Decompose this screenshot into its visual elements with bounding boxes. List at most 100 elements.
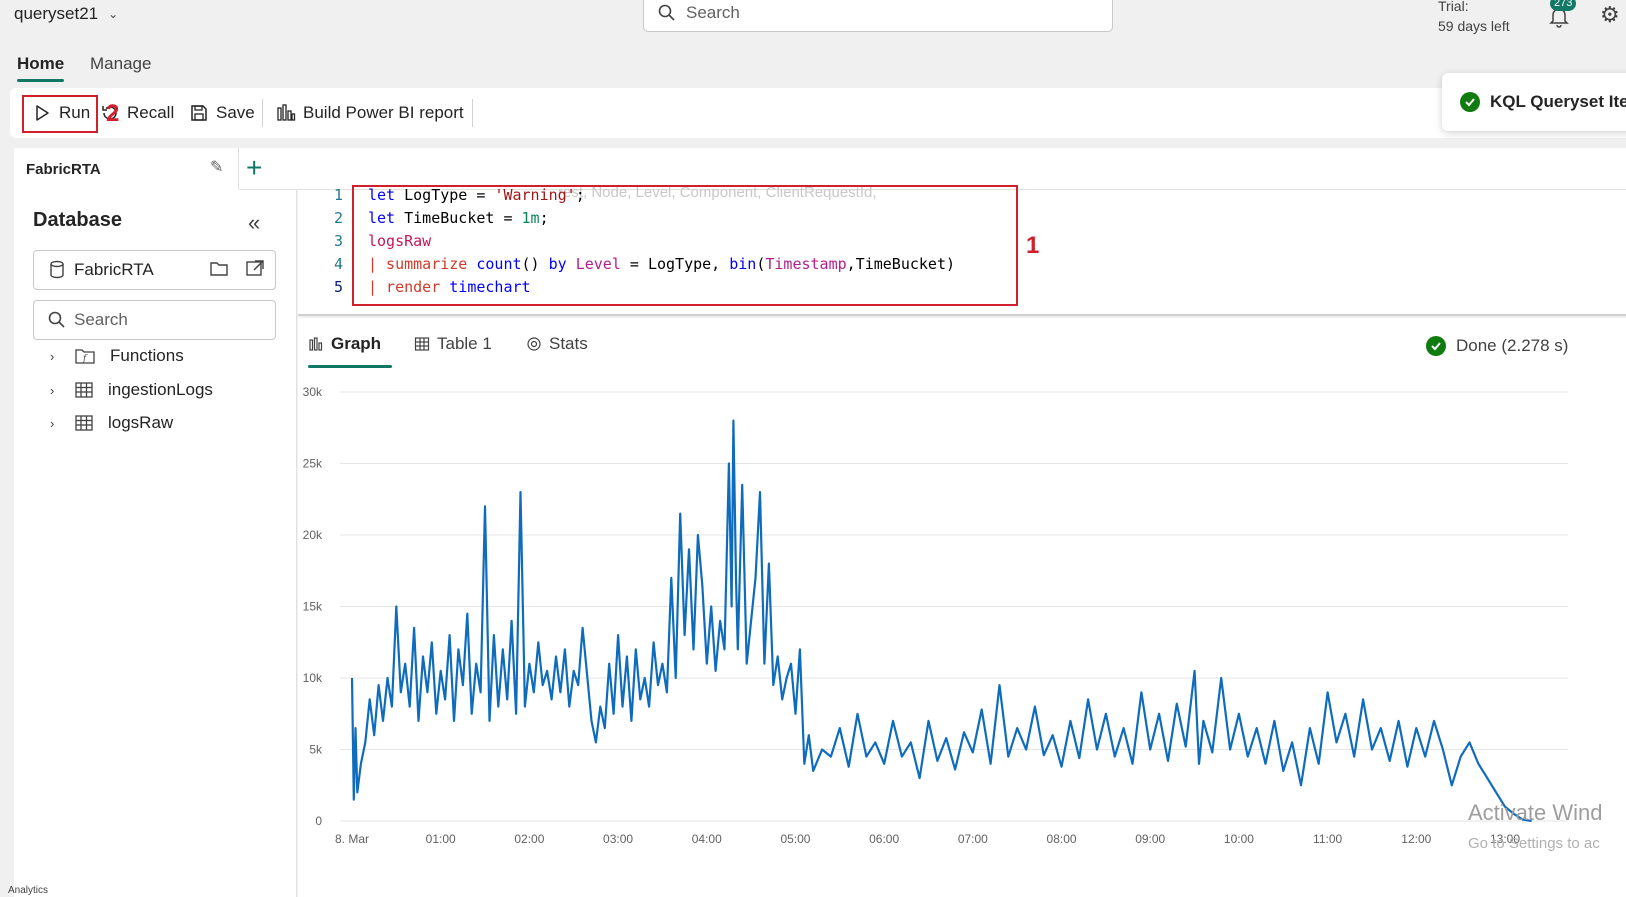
y-tick-label: 15k bbox=[303, 600, 323, 614]
line-number: 2 bbox=[333, 209, 343, 227]
tree-item-label: Functions bbox=[110, 346, 184, 365]
x-tick-label: 08:00 bbox=[1047, 832, 1077, 846]
tab-manage[interactable]: Manage bbox=[90, 54, 151, 74]
x-tick-label: 03:00 bbox=[603, 832, 633, 846]
notifications-button[interactable]: 273 bbox=[1546, 0, 1577, 30]
query-status: Done (2.278 s) bbox=[1426, 336, 1568, 356]
toolbar: Run Recall Save Build Power BI report bbox=[10, 88, 1626, 138]
power-bi-icon bbox=[277, 104, 296, 121]
database-selector[interactable]: FabricRTA bbox=[33, 250, 276, 290]
gear-icon[interactable]: ⚙ bbox=[1600, 2, 1620, 28]
tab-table-1[interactable]: Table 1 bbox=[414, 334, 492, 354]
workspace-name: queryset21 bbox=[14, 4, 99, 23]
toolbar-divider bbox=[472, 99, 473, 127]
y-tick-label: 10k bbox=[303, 671, 323, 685]
x-tick-label: 12:00 bbox=[1401, 832, 1431, 846]
build-power-bi-report-button[interactable]: Build Power BI report bbox=[276, 96, 464, 130]
x-tick-label: 07:00 bbox=[958, 832, 988, 846]
run-highlight-box bbox=[22, 95, 98, 133]
explorer-title: Database bbox=[33, 209, 122, 231]
y-tick-label: 25k bbox=[303, 457, 323, 471]
annotation-code-number: 1 bbox=[1026, 232, 1040, 259]
tab-graph[interactable]: Graph bbox=[308, 334, 381, 354]
trial-label: Trial: bbox=[1438, 0, 1469, 14]
collapse-double-chevron-icon[interactable]: « bbox=[248, 210, 260, 236]
tab-stats-label: Stats bbox=[549, 334, 588, 353]
x-tick-label: 04:00 bbox=[692, 832, 722, 846]
x-tick-label: 8. Mar bbox=[335, 832, 369, 846]
notification-toast[interactable]: KQL Queryset Iter bbox=[1442, 73, 1626, 131]
tab-home[interactable]: Home bbox=[17, 54, 65, 82]
tree-item-functions[interactable]: › f Functions bbox=[50, 343, 184, 369]
stats-icon bbox=[527, 337, 541, 351]
toast-text: KQL Queryset Iter bbox=[1490, 92, 1626, 111]
x-tick-label: 05:00 bbox=[780, 832, 810, 846]
success-check-icon bbox=[1460, 92, 1480, 112]
tab-graph-label: Graph bbox=[331, 334, 382, 353]
timechart[interactable]: 0 5k 10k 15k 20k 25k 30k 8. Mar 01:00 02:00 03:00 0… bbox=[298, 378, 1626, 897]
y-tick-label: 20k bbox=[303, 528, 323, 542]
toolbar-divider bbox=[262, 99, 263, 127]
active-tab-indicator bbox=[308, 365, 392, 368]
annotation-run-number: 2 bbox=[106, 100, 120, 127]
recall-label: Recall bbox=[127, 103, 175, 122]
global-search-input[interactable]: Search bbox=[643, 0, 1113, 32]
database-name: FabricRTA bbox=[74, 260, 154, 279]
chart-icon bbox=[309, 337, 323, 351]
tree-item-ingestionlogs[interactable]: › ingestionLogs bbox=[50, 377, 213, 403]
save-button[interactable]: Save bbox=[189, 96, 255, 130]
activation-watermark: Activate Wind bbox=[1468, 800, 1603, 825]
footer-text: Analytics bbox=[8, 885, 49, 896]
line-number: 1 bbox=[333, 186, 343, 204]
series-line[interactable] bbox=[350, 419, 1532, 823]
table-icon bbox=[75, 382, 93, 398]
save-icon bbox=[191, 105, 207, 121]
global-search-placeholder: Search bbox=[686, 3, 740, 22]
tree-item-logsraw[interactable]: › logsRaw bbox=[50, 410, 173, 436]
add-tab-icon[interactable]: + bbox=[246, 152, 262, 184]
top-bar: queryset21 ⌄ Search Trial: 59 days left … bbox=[0, 0, 1626, 44]
explorer-search-input[interactable]: Search bbox=[33, 300, 276, 340]
line-number: 5 bbox=[333, 278, 343, 296]
build-report-label: Build Power BI report bbox=[303, 103, 464, 122]
table-icon bbox=[75, 415, 93, 431]
chevron-right-icon[interactable]: › bbox=[50, 349, 60, 364]
query-tab[interactable]: FabricRTA ✎ bbox=[14, 148, 239, 190]
table-icon bbox=[414, 337, 430, 351]
x-tick-label: 06:00 bbox=[869, 832, 899, 846]
search-icon bbox=[658, 4, 675, 21]
chevron-right-icon[interactable]: › bbox=[50, 383, 60, 398]
edit-pencil-icon[interactable]: ✎ bbox=[210, 157, 223, 177]
line-number: 3 bbox=[333, 232, 343, 250]
x-tick-label: 01:00 bbox=[426, 832, 456, 846]
x-tick-label: 09:00 bbox=[1135, 832, 1165, 846]
save-label: Save bbox=[216, 103, 255, 122]
tab-table-label: Table 1 bbox=[437, 334, 492, 353]
notification-count-badge: 273 bbox=[1550, 0, 1577, 11]
trial-status[interactable]: Trial: 59 days left bbox=[1438, 0, 1510, 36]
query-highlight-box bbox=[352, 185, 1018, 306]
tree-item-label: logsRaw bbox=[108, 413, 174, 432]
y-tick-label: 5k bbox=[309, 743, 323, 757]
database-icon bbox=[50, 260, 64, 279]
x-tick-label: 10:00 bbox=[1224, 832, 1254, 846]
line-number: 4 bbox=[333, 255, 343, 273]
open-external-icon[interactable] bbox=[245, 259, 265, 277]
y-tick-label: 0 bbox=[315, 814, 322, 828]
search-icon bbox=[48, 311, 65, 328]
success-check-icon bbox=[1426, 336, 1446, 356]
trial-days: 59 days left bbox=[1438, 18, 1510, 34]
x-tick-label: 11:00 bbox=[1313, 832, 1342, 846]
folder-icon[interactable] bbox=[209, 259, 229, 277]
results-pane: Graph Table 1 Stats Done (2.278 s) 0 5k 10… bbox=[298, 318, 1626, 897]
explorer-search-placeholder: Search bbox=[74, 310, 128, 329]
tab-stats[interactable]: Stats bbox=[526, 334, 588, 354]
chevron-down-icon: ⌄ bbox=[108, 7, 119, 21]
y-tick-label: 30k bbox=[303, 385, 323, 399]
x-tick-label: 02:00 bbox=[514, 832, 544, 846]
chevron-right-icon[interactable]: › bbox=[50, 416, 60, 431]
database-explorer: Database « FabricRTA Search › f Function… bbox=[14, 190, 297, 897]
workspace-selector[interactable]: queryset21 ⌄ bbox=[14, 4, 118, 24]
tree-item-label: ingestionLogs bbox=[108, 380, 213, 399]
function-folder-icon: f bbox=[75, 349, 95, 364]
